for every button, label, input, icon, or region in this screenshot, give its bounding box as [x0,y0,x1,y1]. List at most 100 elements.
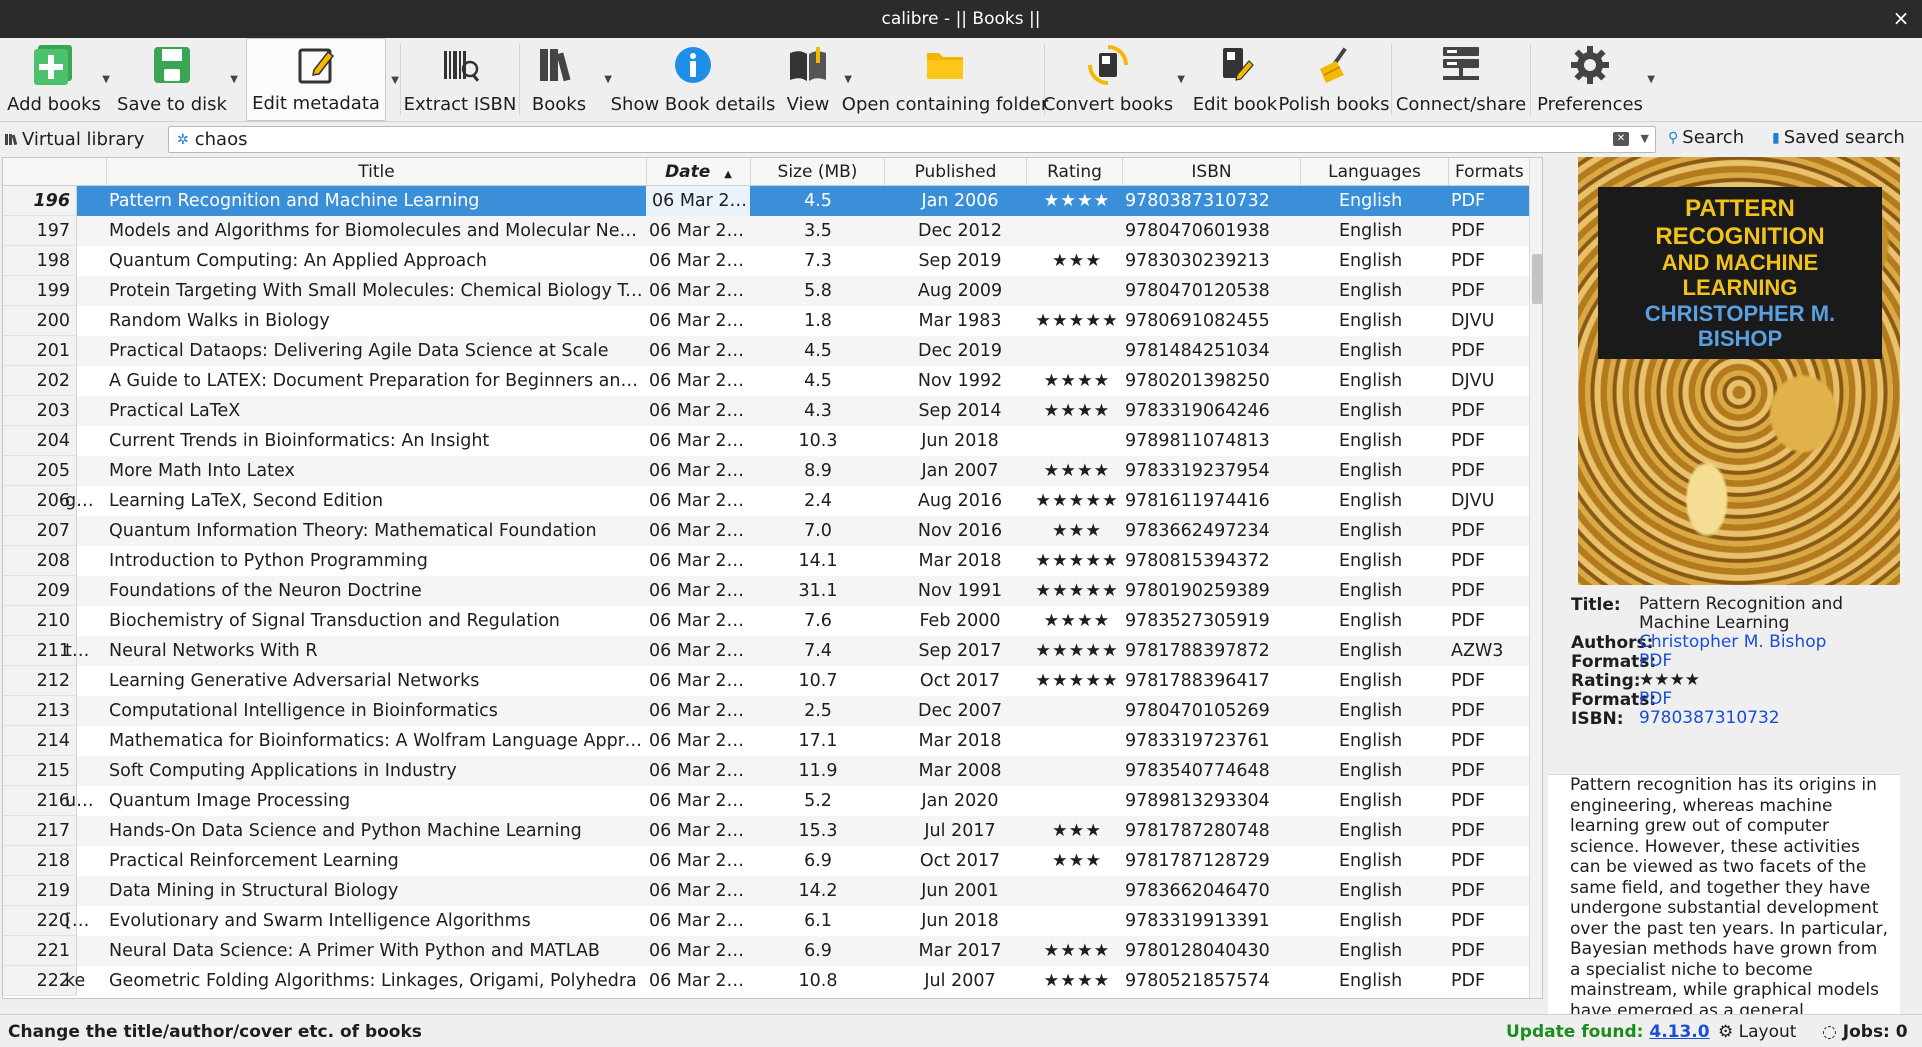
table-row[interactable]: 206 Learning LaTeX, Second Edition 06 Mar … [3,486,1529,516]
table-row[interactable]: 208 Introduction to Python Programming 06 … [3,546,1529,576]
cell-formats: PDF [1451,551,1486,571]
row-number: 214 [3,726,77,756]
table-row[interactable]: 212 Learning Generative Adversarial Netwo… [3,666,1529,696]
cell-rating: ★★★★ [1043,371,1111,391]
book-cover-image[interactable]: PATTERN RECOGNITION AND MACHINE LEARNING… [1578,157,1900,585]
chevron-down-icon[interactable]: ▼ [1177,74,1185,85]
cell-date: 06 Mar 2… [649,461,745,481]
table-row[interactable]: 210 Biochemistry of Signal Transduction a… [3,606,1529,636]
virtual-library-button[interactable]: Virtual library [0,125,148,153]
chevron-down-icon[interactable]: ▼ [1641,132,1649,145]
table-row[interactable]: 199 Protein Targeting With Small Molecule… [3,276,1529,306]
row-number: 204 [3,426,77,456]
table-row[interactable]: 207 Quantum Information Theory: Mathemati… [3,516,1529,546]
table-row[interactable]: 222 Geometric Folding Algorithms: Linkage… [3,966,1529,996]
table-row[interactable]: 201 Practical Dataops: Delivering Agile D… [3,336,1529,366]
polish-books-button[interactable]: Polish books [1279,38,1390,121]
cell-isbn: 9780470120538 [1125,281,1270,301]
detail-format-link[interactable]: PDF [1639,652,1909,672]
table-row[interactable]: 215 Soft Computing Applications in Indust… [3,756,1529,786]
virtual-library-label: Virtual library [22,128,145,150]
detail-label: Rating: [1571,671,1641,691]
clear-search-icon[interactable]: ✕ [1613,132,1629,146]
jobs-indicator[interactable]: ◌ Jobs: 0 [1822,1022,1908,1042]
table-row[interactable]: 216 Quantum Image Processing 06 Mar 2… 5.2 J… [3,786,1529,816]
vertical-scrollbar[interactable] [1529,158,1542,998]
layout-button[interactable]: ⚙ Layout [1718,1022,1796,1042]
column-header-rating[interactable]: Rating [1027,158,1123,186]
column-header-title[interactable]: Title [107,158,647,186]
chevron-down-icon[interactable]: ▼ [391,75,399,86]
column-header-date[interactable]: Date ▲ [647,158,751,186]
open-containing-folder-button[interactable]: Open containing folder [842,38,1048,121]
table-row[interactable]: 209 Foundations of the Neuron Doctrine 06 … [3,576,1529,606]
add-books-button[interactable]: Add books ▼ [4,38,110,121]
chevron-down-icon[interactable]: ▼ [1647,74,1655,85]
edit-metadata-button[interactable]: Edit metadata ▼ [246,38,399,121]
cell-date: 06 Mar 2… [649,551,745,571]
cell-published: Feb 2000 [919,611,1001,631]
extract-isbn-button[interactable]: Extract ISBN [404,38,516,121]
preferences-button[interactable]: Preferences ▼ [1535,38,1655,121]
view-button[interactable]: View ▼ [778,38,852,121]
show-book-details-button[interactable]: Show Book details [608,38,778,121]
cell-formats: PDF [1451,821,1486,841]
cell-languages: English [1339,341,1403,361]
column-header-size[interactable]: Size (MB) [751,158,885,186]
chevron-down-icon[interactable]: ▼ [102,74,110,85]
table-row[interactable]: 220 Evolutionary and Swarm Intelligence A… [3,906,1529,936]
cell-size: 10.3 [798,431,838,451]
cell-published: Dec 2007 [918,701,1002,721]
column-header-isbn[interactable]: ISBN [1123,158,1301,186]
cell-size: 4.5 [804,341,832,361]
table-row[interactable]: 205 More Math Into Latex 06 Mar 2… 8.9 Jan 2… [3,456,1529,486]
table-row[interactable]: 202 A Guide to LATEX: Document Preparatio… [3,366,1529,396]
saved-search-button[interactable]: ▮ Saved search [1772,127,1905,148]
cell-isbn: 9781788397872 [1125,641,1270,661]
search-input[interactable]: ✲ chaos ✕ ▼ [168,126,1656,153]
cell-languages: English [1339,761,1403,781]
close-icon[interactable]: × [1890,7,1912,29]
cell-title: A Guide to LATEX: Document Preparation f… [109,371,643,391]
scrollbar-thumb[interactable] [1532,254,1542,304]
chevron-down-icon[interactable]: ▼ [230,74,238,85]
date-header-label: Date [665,162,711,182]
cell-size: 4.3 [804,401,832,421]
table-row[interactable]: 197 Models and Algorithms for Biomolecule… [3,216,1529,246]
update-version-link[interactable]: 4.13.0 [1649,1022,1709,1042]
column-header-languages[interactable]: Languages [1301,158,1449,186]
table-row[interactable]: 221 Neural Data Science: A Primer With Py… [3,936,1529,966]
detail-isbn-link[interactable]: 9780387310732 [1639,709,1909,729]
cell-size: 6.9 [804,941,832,961]
cell-formats: PDF [1451,671,1486,691]
save-to-disk-button[interactable]: Save to disk ▼ [112,38,238,121]
table-row[interactable]: 198 Quantum Computing: An Applied Approac… [3,246,1529,276]
table-row[interactable]: 196 Pattern Recognition and Machine Learn… [3,186,1529,216]
convert-books-button[interactable]: Convert books ▼ [1043,38,1185,121]
table-row[interactable]: 217 Hands-On Data Science and Python Mach… [3,816,1529,846]
connect-share-button[interactable]: Connect/share [1396,38,1526,121]
details-scrollbar[interactable] [1904,597,1920,897]
edit-book-button[interactable]: Edit book [1189,38,1281,121]
table-row[interactable]: 219 Data Mining in Structural Biology 06 M… [3,876,1529,906]
row-number: 215 [3,756,77,786]
cell-isbn: 9783030239213 [1125,251,1270,271]
table-row[interactable]: 214 Mathematica for Bioinformatics: A Wol… [3,726,1529,756]
column-header-published[interactable]: Published [885,158,1027,186]
detail-author-link[interactable]: Christopher M. Bishop [1639,633,1909,653]
detail-format-link[interactable]: PDF [1639,690,1909,710]
table-row[interactable]: 213 Computational Intelligence in Bioinfo… [3,696,1529,726]
cell-published: Jun 2018 [921,431,999,451]
table-row[interactable]: 218 Practical Reinforcement Learning 06 Ma… [3,846,1529,876]
table-row[interactable]: 211 Neural Networks With R 06 Mar 2… 7.4 Sep… [3,636,1529,666]
table-row[interactable]: 200 Random Walks in Biology 06 Mar 2… 1.8 Ma… [3,306,1529,336]
books-button[interactable]: Books ▼ [524,38,612,121]
table-row[interactable]: 204 Current Trends in Bioinformatics: An … [3,426,1529,456]
table-row[interactable]: 203 Practical LaTeX 06 Mar 2… 4.3 Sep 2014 ★★… [3,396,1529,426]
search-button[interactable]: ⚲ Search [1668,127,1744,148]
row-number: 199 [3,276,77,306]
cell-date: 06 Mar 2… [649,941,745,961]
cell-languages: English [1339,311,1403,331]
cell-isbn: 9783662046470 [1125,881,1270,901]
cell-isbn: 9783662497234 [1125,521,1270,541]
